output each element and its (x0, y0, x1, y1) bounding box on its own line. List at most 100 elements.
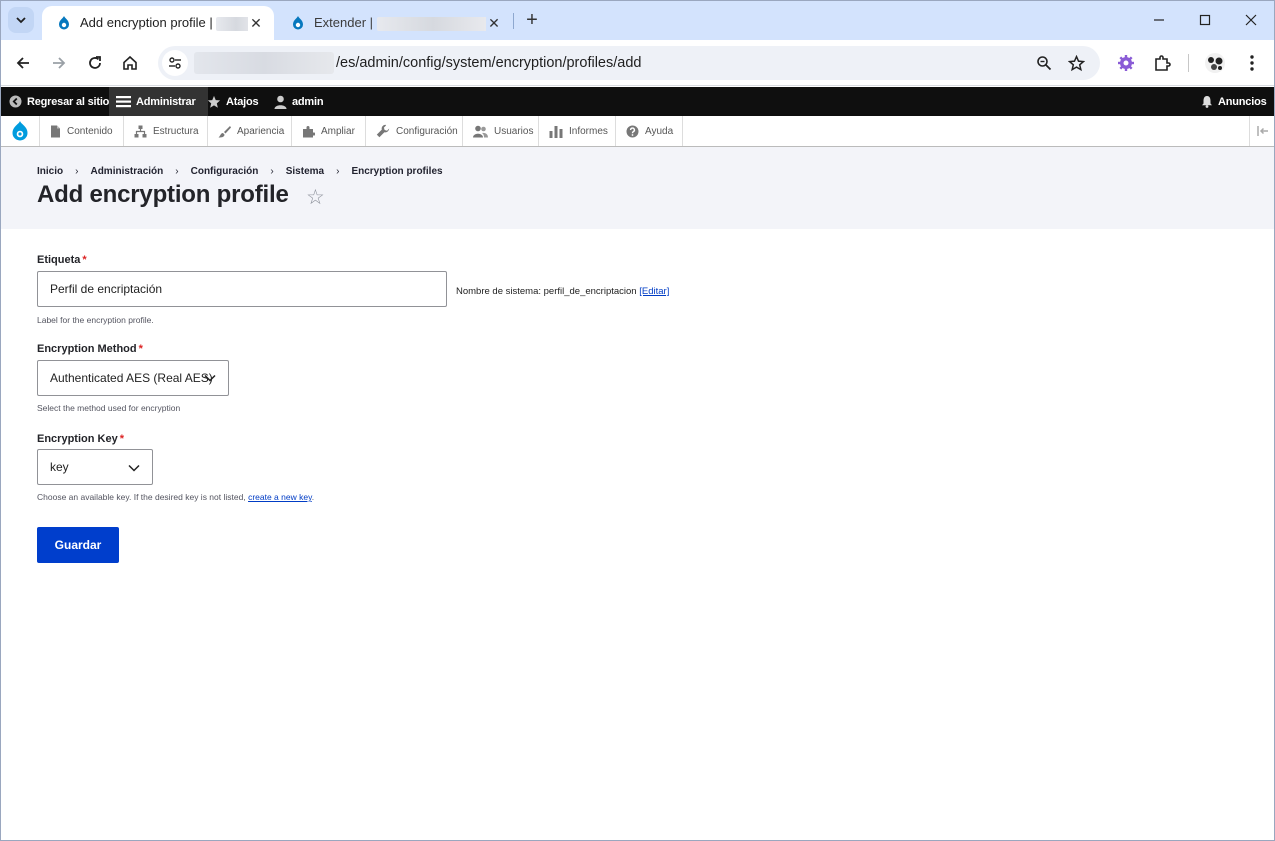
announcements-label: Anuncios (1218, 95, 1267, 108)
collapse-left-icon (1256, 126, 1268, 136)
announcements-tab[interactable]: Anuncios (1201, 87, 1267, 116)
bookmark-star-icon[interactable] (1066, 53, 1086, 73)
breadcrumb-link[interactable]: Sistema (286, 166, 324, 177)
tab-title: Extender | (314, 15, 374, 31)
tray-item-configuration[interactable]: Configuración (366, 116, 463, 146)
breadcrumb: Inicio › Administración › Configuración … (37, 166, 443, 177)
back-button[interactable] (9, 49, 37, 77)
tray-item-structure[interactable]: Estructura (124, 116, 208, 146)
tray-item-appearance[interactable]: Apariencia (208, 116, 292, 146)
url-path: /es/admin/config/system/encryption/profi… (336, 55, 642, 71)
breadcrumb-separator: › (75, 166, 79, 177)
star-icon (207, 95, 221, 108)
encryption-method-value: Authenticated AES (Real AES) (50, 371, 213, 385)
tab-separator (513, 13, 514, 29)
tab-search-button[interactable] (8, 7, 34, 33)
tray-item-help[interactable]: Ayuda (616, 116, 683, 146)
profile-avatar-icon[interactable] (1204, 52, 1226, 74)
save-button[interactable]: Guardar (37, 527, 119, 563)
machine-name-edit-link[interactable]: [Editar] (639, 286, 669, 297)
structure-icon (134, 125, 147, 137)
required-marker: * (119, 433, 124, 445)
drupal-logo-icon[interactable] (0, 116, 40, 146)
window-close-button[interactable] (1228, 0, 1274, 40)
required-marker: * (138, 343, 143, 355)
close-icon (1245, 14, 1257, 26)
key-field-label-text: Encryption Key (37, 433, 118, 445)
back-to-site-label: Regresar al sitio (27, 95, 110, 108)
browser-menu-icon[interactable] (1241, 52, 1263, 74)
maximize-button[interactable] (1182, 0, 1228, 40)
toolbar-divider (1188, 54, 1189, 72)
tray-orientation-toggle[interactable] (1249, 116, 1275, 146)
create-key-link[interactable]: create a new key (248, 492, 312, 502)
breadcrumb-link[interactable]: Inicio (37, 166, 63, 177)
tray-item-label: Ampliar (321, 125, 355, 137)
method-field-label-text: Encryption Method (37, 343, 137, 355)
manage-tab-label: Administrar (136, 95, 196, 108)
site-info-icon[interactable] (162, 50, 188, 76)
puzzle-icon (303, 125, 315, 137)
tray-item-extend[interactable]: Ampliar (292, 116, 366, 146)
browser-tab-inactive[interactable]: Extender | ✕ (276, 6, 512, 40)
zoom-icon[interactable] (1034, 53, 1054, 73)
encryption-key-select[interactable]: key (37, 449, 153, 485)
browser-tab-active[interactable]: Add encryption profile | ✕ (42, 6, 274, 40)
required-marker: * (82, 254, 87, 266)
tray-item-label: Configuración (396, 125, 458, 137)
address-bar: /es/admin/config/system/encryption/profi… (0, 40, 1275, 86)
maximize-icon (1199, 14, 1211, 26)
wrench-icon (376, 124, 390, 138)
url-omnibox[interactable]: /es/admin/config/system/encryption/profi… (158, 46, 1100, 80)
method-field-label: Encryption Method * (37, 343, 143, 355)
reload-button[interactable] (81, 49, 109, 77)
breadcrumb-link[interactable]: Encryption profiles (351, 166, 442, 177)
page-title: Add encryption profile (37, 181, 289, 208)
page-icon (51, 125, 60, 137)
chevron-down-icon (204, 374, 216, 382)
minimize-icon (1154, 19, 1164, 21)
tray-item-reports[interactable]: Informes (539, 116, 616, 146)
breadcrumb-link[interactable]: Administración (90, 166, 163, 177)
label-field-label: Etiqueta * (37, 254, 87, 266)
back-circle-icon (9, 95, 22, 108)
new-tab-button[interactable]: + (520, 8, 544, 32)
shortcut-star-icon[interactable]: ☆ (306, 185, 325, 210)
extension-gear-icon[interactable] (1115, 52, 1137, 74)
key-description-end: . (311, 492, 315, 502)
brush-icon (218, 125, 231, 137)
tray-item-label: Ayuda (645, 125, 674, 137)
tab-close-icon[interactable]: ✕ (486, 15, 502, 31)
tab-close-icon[interactable]: ✕ (248, 15, 264, 31)
shortcuts-label: Atajos (226, 95, 259, 108)
admin-toolbar: Regresar al sitio Administrar Atajos adm… (0, 87, 1275, 116)
hamburger-icon (116, 96, 131, 108)
chevron-down-icon (128, 464, 140, 472)
minimize-button[interactable] (1136, 0, 1182, 40)
manage-tab[interactable]: Administrar (109, 87, 208, 116)
drupal-favicon-icon (59, 16, 69, 30)
extensions-puzzle-icon[interactable] (1151, 52, 1173, 74)
back-to-site-link[interactable]: Regresar al sitio (9, 87, 109, 116)
key-description-text: Choose an available key. If the desired … (37, 492, 246, 502)
encryption-method-select[interactable]: Authenticated AES (Real AES) (37, 360, 229, 396)
page-header: Inicio › Administración › Configuración … (0, 147, 1275, 229)
home-icon (123, 55, 137, 70)
forward-button[interactable] (45, 49, 73, 77)
user-tab[interactable]: admin (274, 87, 324, 116)
key-description: Choose an available key. If the desired … (37, 492, 314, 502)
arrow-left-icon (16, 57, 29, 69)
breadcrumb-link[interactable]: Configuración (191, 166, 259, 177)
method-description: Select the method used for encryption (37, 403, 181, 413)
home-button[interactable] (116, 49, 144, 77)
tray-item-people[interactable]: Usuarios (463, 116, 539, 146)
encryption-key-value: key (50, 460, 69, 474)
shortcuts-tab[interactable]: Atajos (207, 87, 259, 116)
breadcrumb-separator: › (175, 166, 179, 177)
label-input[interactable] (37, 271, 447, 307)
tab-title: Add encryption profile | (80, 15, 213, 31)
tray-item-content[interactable]: Contenido (40, 116, 124, 146)
machine-name: Nombre de sistema: perfil_de_encriptacio… (456, 286, 669, 297)
browser-tab-bar: Add encryption profile | ✕ Extender | ✕ … (0, 0, 1275, 40)
reload-icon (89, 56, 101, 69)
